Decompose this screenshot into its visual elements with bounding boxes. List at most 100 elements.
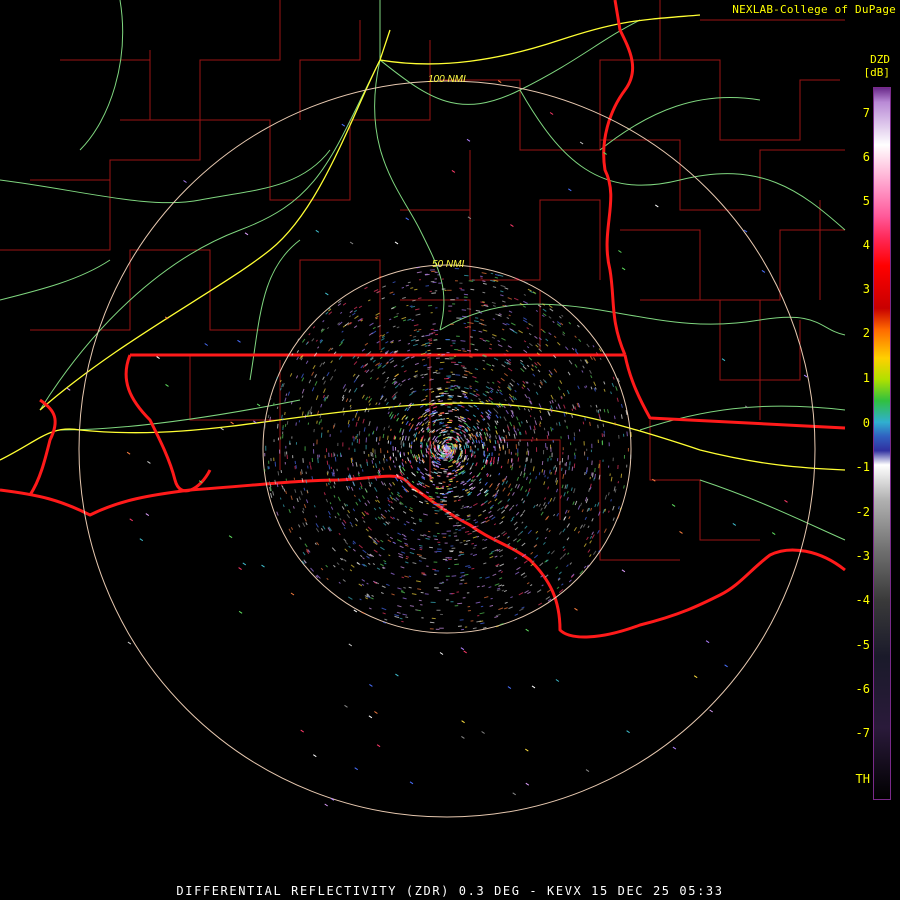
- echo-speck: [264, 423, 266, 429]
- echo-speck: [457, 417, 461, 420]
- echo-speck: [399, 617, 403, 620]
- echo-speck: [448, 488, 453, 490]
- echo-speck: [427, 349, 431, 352]
- echo-speck: [317, 458, 319, 464]
- echo-speck: [437, 388, 442, 390]
- echo-speck: [405, 616, 409, 618]
- echo-speck: [386, 458, 388, 462]
- echo-speck: [456, 409, 460, 411]
- echo-speck: [591, 472, 593, 476]
- echo-speck: [379, 436, 381, 441]
- product-caption: DIFFERENTIAL REFLECTIVITY (ZDR) 0.3 DEG …: [176, 884, 724, 898]
- echo-speck: [460, 579, 465, 581]
- echo-speck: [521, 421, 523, 424]
- echo-speck: [431, 501, 435, 503]
- echo-speck: [415, 609, 418, 611]
- echo-speck: [392, 460, 395, 463]
- echo-speck: [458, 529, 462, 531]
- echo-speck: [598, 413, 601, 417]
- echo-speck: [320, 419, 322, 423]
- echo-speck: [409, 305, 413, 307]
- echo-speck: [392, 293, 395, 296]
- echo-speck: [613, 415, 616, 420]
- echo-speck: [425, 285, 430, 287]
- echo-speck: [476, 535, 480, 538]
- echo-speck: [401, 458, 404, 462]
- echo-speck: [432, 506, 436, 509]
- echo-speck: [433, 535, 438, 537]
- echo-speck: [571, 408, 574, 411]
- echo-speck: [419, 547, 423, 549]
- echo-speck: [452, 524, 458, 527]
- echo-speck: [480, 275, 483, 278]
- echo-speck: [553, 466, 555, 470]
- echo-speck: [408, 575, 412, 578]
- echo-speck: [423, 574, 427, 576]
- tick-label: -7: [855, 726, 870, 740]
- echo-speck: [461, 309, 467, 311]
- echo-speck: [497, 456, 500, 462]
- echo-speck: [418, 560, 422, 562]
- echo-speck: [555, 467, 558, 472]
- echo-speck: [500, 465, 503, 469]
- credit-label: NEXLAB-College of DuPage: [732, 3, 896, 16]
- echo-speck: [471, 441, 474, 445]
- echo-speck: [479, 312, 483, 314]
- echo-speck: [479, 576, 482, 579]
- echo-speck: [318, 421, 321, 425]
- echo-speck: [316, 420, 318, 424]
- echo-speck: [372, 465, 375, 468]
- echo-speck: [424, 273, 430, 276]
- echo-speck: [541, 469, 544, 473]
- echo-speck: [556, 422, 558, 426]
- echo-speck: [439, 395, 444, 397]
- echo-speck: [453, 500, 457, 502]
- echo-speck: [630, 431, 632, 437]
- echo-speck: [466, 308, 472, 310]
- echo-speck: [277, 471, 280, 476]
- echo-speck: [469, 356, 473, 358]
- echo-speck: [568, 466, 570, 471]
- echo-speck: [469, 385, 472, 388]
- echo-speck: [334, 456, 337, 462]
- echo-speck: [584, 417, 586, 421]
- echo-speck: [428, 340, 433, 342]
- echo-speck: [414, 288, 418, 291]
- echo-speck: [457, 499, 461, 501]
- echo-speck: [327, 470, 329, 474]
- echo-speck: [614, 422, 616, 426]
- echo-speck: [571, 466, 574, 471]
- echo-speck: [378, 461, 381, 464]
- echo-speck: [543, 427, 546, 431]
- echo-speck: [413, 439, 415, 443]
- echo-speck: [290, 401, 293, 405]
- echo-speck: [455, 513, 459, 516]
- echo-speck: [454, 407, 458, 409]
- tick-label: 4: [862, 238, 870, 252]
- echo-speck: [472, 329, 476, 332]
- echo-speck: [418, 297, 422, 299]
- echo-speck: [510, 465, 512, 469]
- echo-speck: [328, 482, 330, 486]
- echo-speck: [383, 454, 386, 459]
- echo-speck: [435, 492, 439, 494]
- echo-speck: [421, 572, 425, 574]
- echo-speck: [361, 469, 364, 472]
- echo-speck: [468, 280, 474, 282]
- echo-speck: [481, 305, 484, 307]
- echo-speck: [438, 482, 443, 484]
- echo-speck: [418, 555, 422, 558]
- echo-speck: [348, 423, 350, 428]
- echo-speck: [299, 407, 301, 410]
- echo-speck: [439, 421, 442, 424]
- echo-speck: [428, 304, 433, 307]
- echo-speck: [442, 434, 446, 436]
- echo-speck: [267, 414, 270, 419]
- echo-speck: [432, 483, 436, 486]
- echo-speck: [421, 376, 424, 379]
- echo-speck: [469, 322, 474, 324]
- echo-speck: [434, 510, 440, 512]
- echo-speck: [423, 384, 426, 387]
- echo-speck: [455, 522, 460, 524]
- echo-speck: [272, 402, 275, 406]
